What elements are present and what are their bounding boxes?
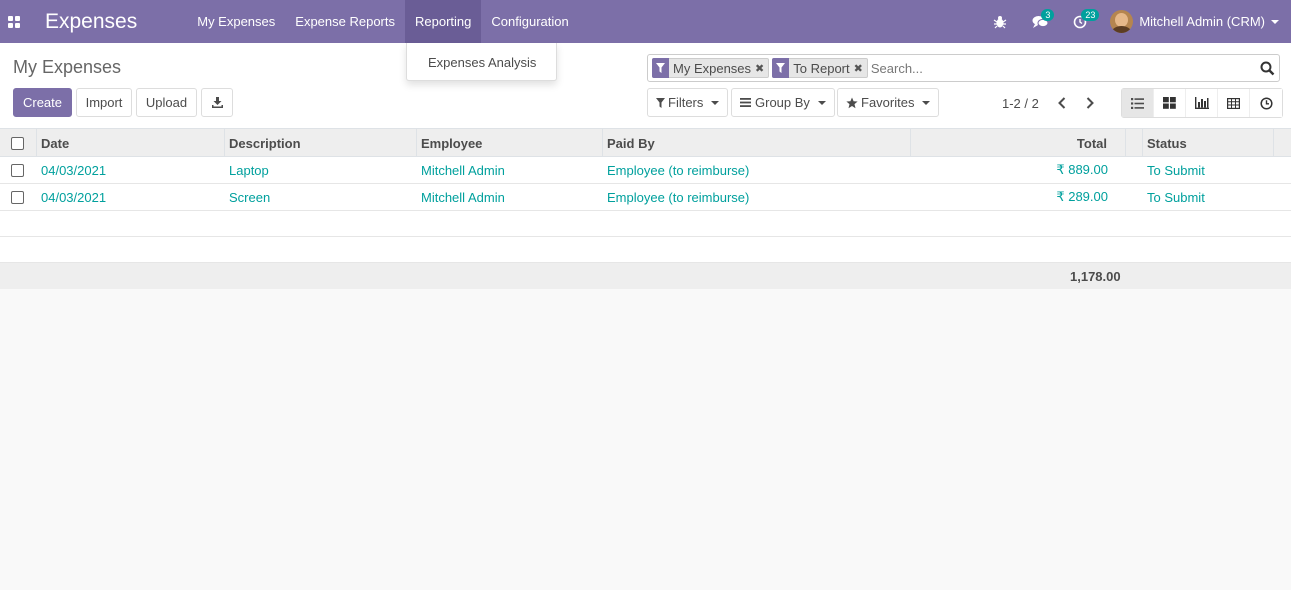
user-name: Mitchell Admin (CRM) — [1139, 14, 1265, 29]
search-bar: My Expenses ✖ To Report ✖ — [647, 54, 1280, 82]
view-switcher — [1121, 88, 1283, 118]
favorites-button[interactable]: Favorites — [837, 88, 940, 117]
table-footer: 1,178.00 — [0, 263, 1291, 289]
download-button[interactable] — [201, 88, 233, 117]
cell-date[interactable]: 04/03/2021 — [37, 184, 225, 210]
column-date[interactable]: Date — [37, 129, 225, 157]
filter-icon — [656, 97, 665, 108]
filter-icon — [652, 57, 669, 78]
filter-icon — [772, 57, 790, 78]
kanban-view-icon[interactable] — [1154, 89, 1186, 117]
column-spacer — [1126, 129, 1143, 157]
table-row[interactable]: 04/03/2021 Screen Mitchell Admin Employe… — [0, 184, 1291, 211]
chevron-down-icon — [711, 100, 720, 105]
cell-employee[interactable]: Mitchell Admin — [417, 184, 603, 210]
table-row[interactable]: 04/03/2021 Laptop Mitchell Admin Employe… — [0, 157, 1291, 184]
app-name: Expenses — [45, 10, 138, 33]
menu-expense-reports[interactable]: Expense Reports — [285, 0, 405, 43]
row-checkbox[interactable] — [11, 190, 24, 204]
download-icon — [211, 97, 223, 108]
cell-date[interactable]: 04/03/2021 — [37, 157, 225, 183]
cell-paid-by[interactable]: Employee (to reimburse) — [603, 157, 911, 183]
cell-paid-by[interactable]: Employee (to reimburse) — [603, 184, 911, 210]
cell-status[interactable]: To Submit — [1143, 157, 1274, 183]
chevron-down-icon — [1271, 19, 1279, 24]
remove-facet-icon[interactable]: ✖ — [854, 62, 867, 75]
activities-count-badge: 23 — [1081, 9, 1100, 21]
chevron-down-icon — [922, 100, 931, 105]
select-all-cell — [0, 129, 37, 157]
main-menu: My Expenses Expense Reports Reporting Co… — [187, 0, 578, 43]
group-by-label: Group By — [755, 95, 810, 110]
menu-reporting[interactable]: Reporting — [405, 0, 482, 43]
breadcrumb: My Expenses — [13, 57, 122, 77]
cell-total[interactable]: ₹ 289.00 — [911, 184, 1126, 210]
systray: 3 23 Mitchell Admin (CRM) — [980, 0, 1291, 43]
column-filler — [1274, 129, 1291, 157]
facet-label: To Report — [793, 60, 850, 76]
search-facet-my-expenses: My Expenses ✖ — [652, 57, 770, 78]
empty-row — [0, 211, 1291, 237]
column-status[interactable]: Status — [1143, 129, 1274, 157]
star-icon — [846, 97, 858, 108]
menu-expenses-analysis[interactable]: Expenses Analysis — [407, 43, 556, 70]
menu-configuration[interactable]: Configuration — [481, 0, 578, 43]
facet-label: My Expenses — [673, 60, 752, 76]
group-by-button[interactable]: Group By — [731, 88, 835, 117]
column-paid-by[interactable]: Paid By — [603, 129, 911, 157]
apps-menu-icon[interactable] — [0, 0, 28, 43]
user-menu[interactable]: Mitchell Admin (CRM) — [1100, 0, 1291, 43]
cell-employee[interactable]: Mitchell Admin — [417, 157, 603, 183]
control-panel: My Expenses Create Import Upload My Expe… — [0, 43, 1291, 129]
list-view-icon[interactable] — [1122, 89, 1154, 117]
pivot-view-icon[interactable] — [1218, 89, 1250, 117]
row-select-cell — [0, 184, 37, 210]
import-button[interactable]: Import — [76, 88, 132, 117]
bars-icon — [740, 98, 751, 107]
cell-total[interactable]: ₹ 889.00 — [911, 157, 1126, 183]
column-total[interactable]: Total — [911, 129, 1126, 157]
column-employee[interactable]: Employee — [417, 129, 603, 157]
reporting-dropdown: Expenses Analysis — [406, 43, 557, 81]
favorites-label: Favorites — [861, 95, 915, 110]
pager-previous-icon[interactable] — [1050, 89, 1074, 117]
row-checkbox[interactable] — [11, 163, 24, 177]
cell-spacer — [1126, 184, 1143, 210]
table-header: Date Description Employee Paid By Total … — [0, 129, 1291, 157]
search-input[interactable] — [870, 57, 1255, 79]
cell-description[interactable]: Laptop — [225, 157, 417, 183]
filters-label: Filters — [668, 95, 704, 110]
cell-description[interactable]: Screen — [225, 184, 417, 210]
total-sum: 1,178.00 — [1070, 268, 1121, 284]
search-icon[interactable] — [1255, 55, 1279, 81]
graph-view-icon[interactable] — [1186, 89, 1218, 117]
row-select-cell — [0, 157, 37, 183]
upload-button[interactable]: Upload — [136, 88, 197, 117]
cell-status[interactable]: To Submit — [1143, 184, 1274, 210]
select-all-checkbox[interactable] — [11, 136, 24, 150]
pager-value[interactable]: 1-2 / 2 — [1002, 96, 1039, 111]
pager-next-icon[interactable] — [1078, 89, 1102, 117]
column-description[interactable]: Description — [225, 129, 417, 157]
activities-clock-icon[interactable]: 23 — [1060, 0, 1100, 43]
debug-bug-icon[interactable] — [980, 0, 1020, 43]
expenses-list: Date Description Employee Paid By Total … — [0, 129, 1291, 289]
user-avatar — [1110, 10, 1134, 33]
activity-view-icon[interactable] — [1250, 89, 1282, 117]
create-button[interactable]: Create — [13, 88, 72, 117]
menu-my-expenses[interactable]: My Expenses — [187, 0, 285, 43]
chevron-down-icon — [817, 100, 826, 105]
messages-count-badge: 3 — [1041, 9, 1055, 21]
remove-facet-icon[interactable]: ✖ — [755, 62, 768, 75]
cell-spacer — [1126, 157, 1143, 183]
search-facet-to-report: To Report ✖ — [772, 57, 868, 78]
filters-button[interactable]: Filters — [647, 88, 729, 117]
top-navbar: Expenses My Expenses Expense Reports Rep… — [0, 0, 1291, 43]
empty-row — [0, 237, 1291, 263]
messages-chat-icon[interactable]: 3 — [1020, 0, 1060, 43]
